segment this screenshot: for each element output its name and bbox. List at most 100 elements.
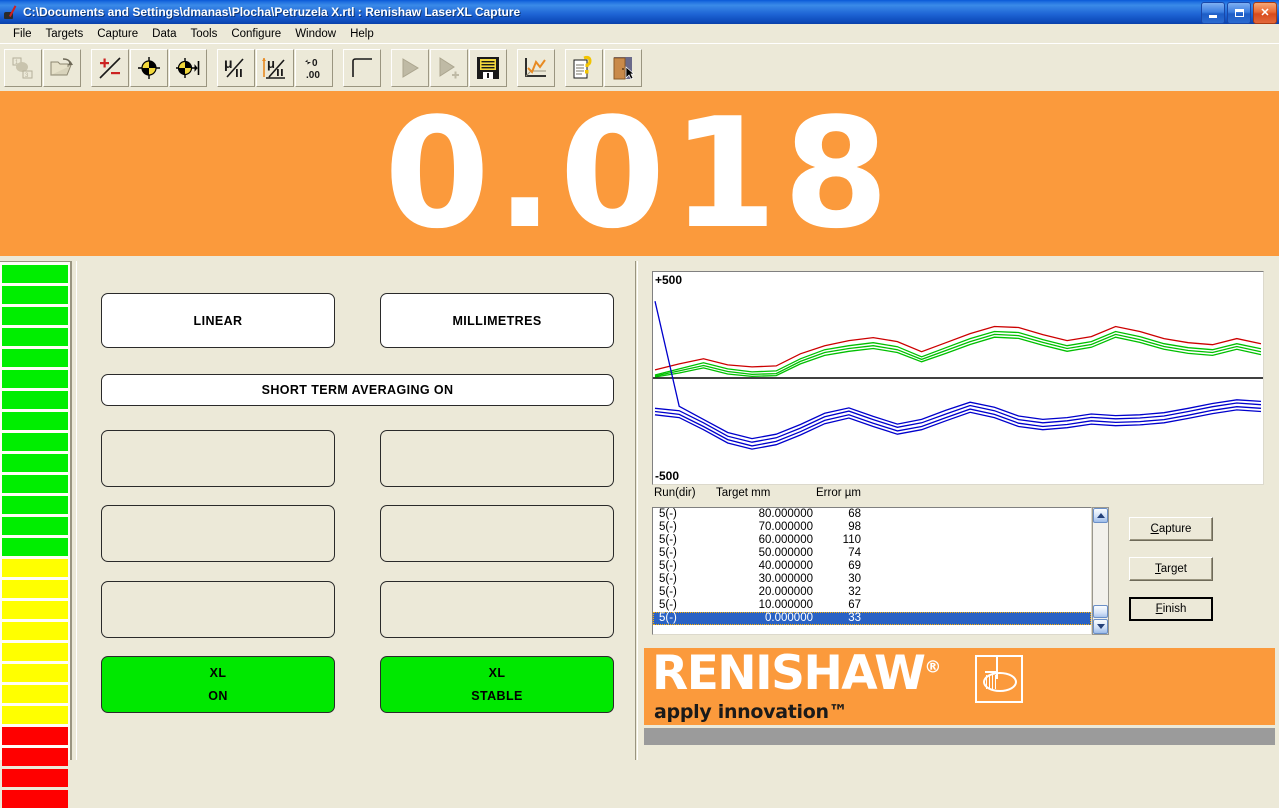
panel-divider xyxy=(635,261,638,760)
units-panel[interactable]: MILLIMETRES xyxy=(380,293,614,348)
blank-panel-1[interactable] xyxy=(101,430,335,487)
xl-stability-panel[interactable]: XL STABLE xyxy=(380,656,614,713)
results-scrollbar[interactable] xyxy=(1092,507,1109,635)
micron-slope-icon[interactable]: μ xyxy=(256,48,294,87)
table-row[interactable]: 5(-) 10.000000 67 xyxy=(653,599,1091,612)
cell-run: 5(-) xyxy=(659,560,677,572)
play-icon[interactable] xyxy=(391,48,429,87)
signal-segment-red xyxy=(2,769,68,787)
decimal-places-icon[interactable]: 0 .00 xyxy=(295,48,333,87)
signal-segment-green xyxy=(2,496,68,514)
error-plot: +500 -500 xyxy=(652,271,1264,485)
signal-segment-green xyxy=(2,538,68,556)
menu-item-data[interactable]: Data xyxy=(145,26,183,42)
cell-error: 30 xyxy=(848,573,861,585)
signal-segment-yellow xyxy=(2,685,68,703)
target-icon[interactable] xyxy=(130,48,168,87)
brand-registered-mark: ® xyxy=(924,657,941,678)
signal-segment-green xyxy=(2,307,68,325)
signal-segment-yellow xyxy=(2,559,68,577)
target-button[interactable]: Target xyxy=(1129,557,1213,581)
blank-panel-2[interactable] xyxy=(380,430,614,487)
menu-item-configure[interactable]: Configure xyxy=(224,26,288,42)
plot-series-run-4-reverse xyxy=(654,409,1262,450)
svg-text:μ: μ xyxy=(267,56,275,71)
menu-item-capture[interactable]: Capture xyxy=(90,26,145,42)
results-panel: +500 -500 Run(dir) Target mm Error µm 5(… xyxy=(640,259,1279,760)
menu-bar: File Targets Capture Data Tools Configur… xyxy=(0,24,1279,43)
close-button[interactable]: ✕ xyxy=(1253,2,1277,24)
cell-target: 80.000000 xyxy=(758,508,813,520)
plot-series-run-2-reverse xyxy=(654,402,1262,443)
finish-button[interactable]: Finish xyxy=(1129,597,1213,621)
column-header-error: Error µm xyxy=(816,487,861,499)
curve-icon[interactable] xyxy=(343,48,381,87)
menu-item-file[interactable]: File xyxy=(6,26,39,42)
signal-segment-red xyxy=(2,790,68,808)
results-list[interactable]: 5(-) 80.000000 68 5(-) 70.000000 98 5(-) 60.000… xyxy=(652,507,1092,635)
error-plot-canvas xyxy=(653,301,1263,450)
open-folder-icon[interactable] xyxy=(43,48,81,87)
target-to-end-icon[interactable] xyxy=(169,48,207,87)
cell-run: 5(-) xyxy=(659,599,677,611)
table-row[interactable]: 5(-) 30.000000 30 xyxy=(653,573,1091,586)
table-row[interactable]: 5(-) 0.000000 33 xyxy=(653,612,1091,625)
help-icon[interactable] xyxy=(565,48,603,87)
signal-segment-green xyxy=(2,370,68,388)
play-add-icon[interactable] xyxy=(430,48,468,87)
cell-target: 60.000000 xyxy=(758,534,813,546)
blank-panel-6[interactable] xyxy=(380,581,614,638)
averaging-panel[interactable]: SHORT TERM AVERAGING ON xyxy=(101,374,614,406)
new-file-icon[interactable]: 1 3 xyxy=(4,48,42,87)
minimize-button[interactable] xyxy=(1201,2,1225,24)
cell-error: 33 xyxy=(848,612,861,624)
table-row[interactable]: 5(-) 70.000000 98 xyxy=(653,521,1091,534)
chart-icon[interactable] xyxy=(517,48,555,87)
cell-target: 20.000000 xyxy=(758,586,813,598)
capture-button[interactable]: Capture xyxy=(1129,517,1213,541)
blank-panel-5[interactable] xyxy=(101,581,335,638)
cell-target: 10.000000 xyxy=(758,599,813,611)
signal-segment-yellow xyxy=(2,622,68,640)
target-label-rest: arget xyxy=(1160,563,1187,575)
table-row[interactable]: 5(-) 60.000000 110 xyxy=(653,534,1091,547)
window-title: C:\Documents and Settings\dmanas\Plocha\… xyxy=(23,5,521,19)
finish-label-rest: inish xyxy=(1162,603,1187,615)
exit-door-icon[interactable] xyxy=(604,48,642,87)
window-controls: ✕ xyxy=(1201,2,1277,24)
cell-target: 70.000000 xyxy=(758,521,813,533)
table-row[interactable]: 5(-) 20.000000 32 xyxy=(653,586,1091,599)
signal-segment-green xyxy=(2,286,68,304)
scrollbar-thumb[interactable] xyxy=(1093,605,1108,618)
cell-error: 110 xyxy=(842,534,861,546)
menu-item-tools[interactable]: Tools xyxy=(183,26,224,42)
signal-segment-green xyxy=(2,391,68,409)
signal-segment-green xyxy=(2,349,68,367)
signal-segment-green xyxy=(2,517,68,535)
cell-run: 5(-) xyxy=(659,573,677,585)
save-disk-icon[interactable] xyxy=(469,48,507,87)
xl-power-state: ON xyxy=(208,689,228,703)
cell-error: 68 xyxy=(848,508,861,520)
restore-button[interactable] xyxy=(1227,2,1251,24)
plus-minus-icon[interactable] xyxy=(91,48,129,87)
cell-run: 5(-) xyxy=(659,534,677,546)
cell-target: 50.000000 xyxy=(758,547,813,559)
menu-item-window[interactable]: Window xyxy=(288,26,343,42)
table-row[interactable]: 5(-) 40.000000 69 xyxy=(653,560,1091,573)
menu-item-targets[interactable]: Targets xyxy=(39,26,91,42)
micron-per-unit-icon[interactable]: μ xyxy=(217,48,255,87)
plot-series-run-3-forward xyxy=(654,333,1262,377)
table-row[interactable]: 5(-) 80.000000 68 xyxy=(653,508,1091,521)
menu-item-help[interactable]: Help xyxy=(343,26,381,42)
blank-panel-4[interactable] xyxy=(380,505,614,562)
xl-power-panel[interactable]: XL ON xyxy=(101,656,335,713)
blank-panel-3[interactable] xyxy=(101,505,335,562)
column-header-target: Target mm xyxy=(716,487,771,499)
scroll-up-icon[interactable] xyxy=(1093,508,1108,523)
measurement-mode-panel[interactable]: LINEAR xyxy=(101,293,335,348)
scroll-down-icon[interactable] xyxy=(1093,619,1108,634)
signal-segment-green xyxy=(2,412,68,430)
table-row[interactable]: 5(-) 50.000000 74 xyxy=(653,547,1091,560)
measurement-readout: 0.018 xyxy=(0,91,1279,256)
